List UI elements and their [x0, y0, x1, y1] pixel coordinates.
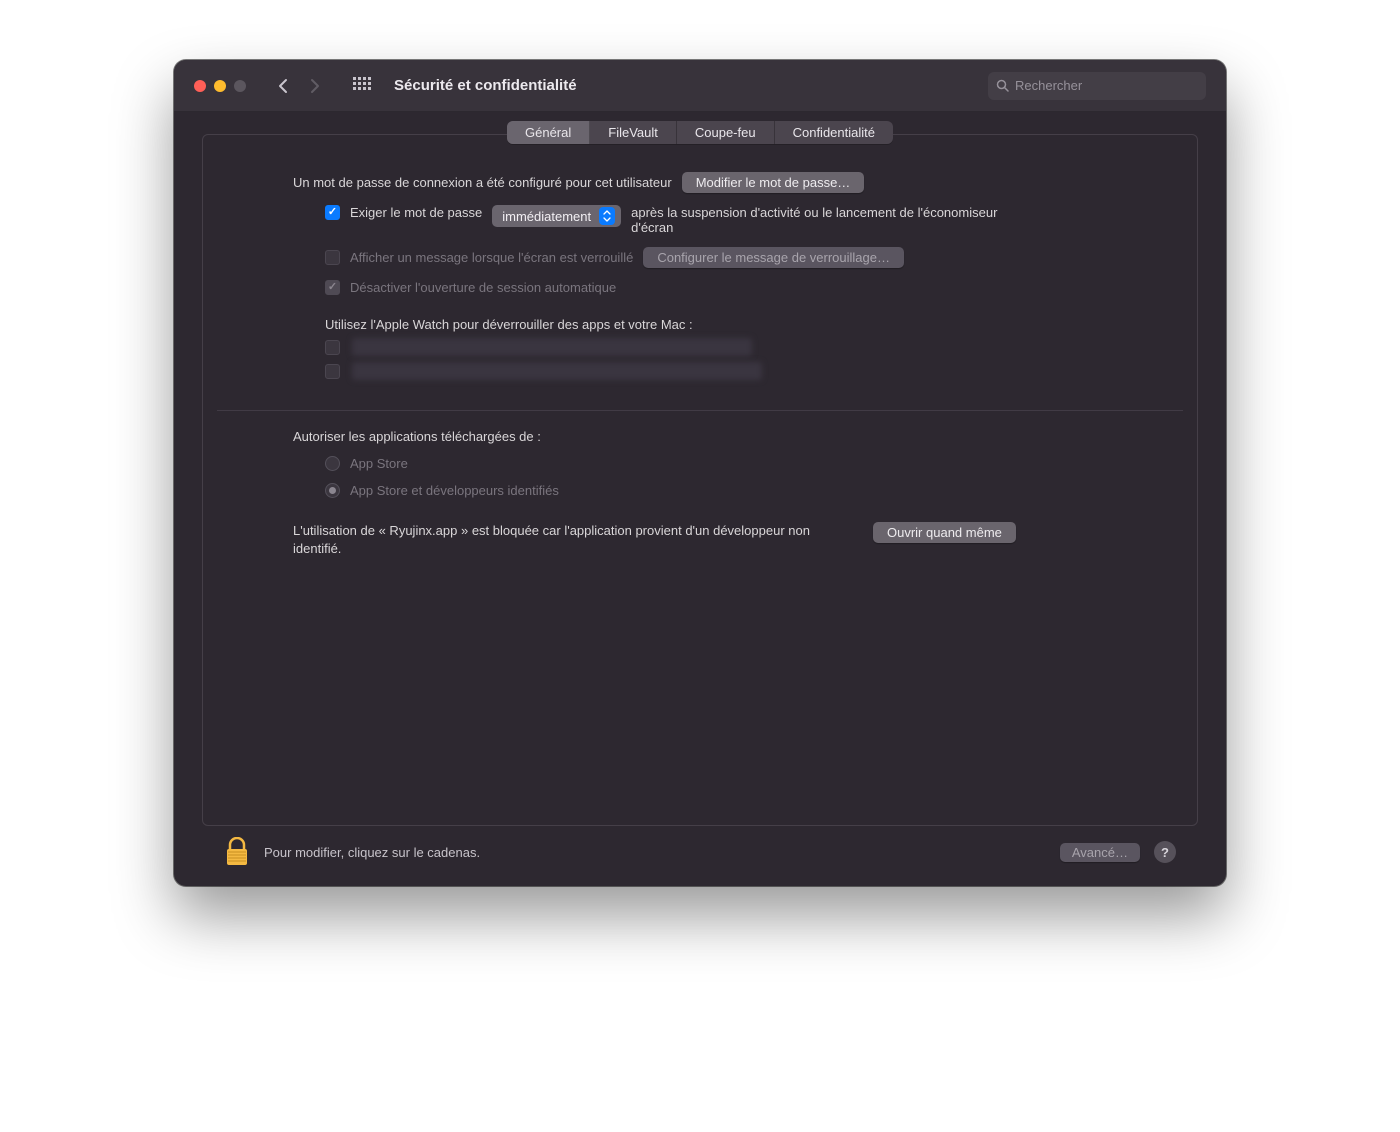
preferences-window: Sécurité et confidentialité Général File…: [174, 60, 1226, 886]
require-password-delay-value: immédiatement: [502, 209, 591, 224]
password-set-label: Un mot de passe de connexion a été confi…: [293, 175, 672, 190]
search-field[interactable]: [988, 72, 1206, 100]
blocked-app-text: L'utilisation de « Ryujinx.app » est blo…: [293, 522, 853, 557]
show-all-prefs-button[interactable]: [348, 72, 376, 100]
search-icon: [996, 79, 1009, 92]
open-anyway-button[interactable]: Ouvrir quand même: [873, 522, 1016, 543]
show-lock-message-checkbox: [325, 250, 340, 265]
apple-watch-item-2: [325, 362, 1127, 380]
titlebar: Sécurité et confidentialité: [174, 60, 1226, 112]
footer: Pour modifier, cliquez sur le cadenas. A…: [202, 826, 1198, 878]
content-area: Général FileVault Coupe-feu Confidential…: [174, 112, 1226, 886]
lock-hint-text: Pour modifier, cliquez sur le cadenas.: [264, 845, 1046, 860]
advanced-button[interactable]: Avancé…: [1060, 843, 1140, 862]
main-panel: Général FileVault Coupe-feu Confidential…: [202, 134, 1198, 826]
allow-identified-radio: [325, 483, 340, 498]
general-section: Un mot de passe de connexion a été confi…: [203, 144, 1197, 382]
require-password-delay-select[interactable]: immédiatement: [492, 205, 621, 227]
tab-bar: Général FileVault Coupe-feu Confidential…: [507, 121, 893, 144]
apple-watch-checkbox-2: [325, 364, 340, 379]
apple-watch-heading: Utilisez l'Apple Watch pour déverrouille…: [325, 317, 693, 332]
allow-appstore-row: App Store: [325, 456, 1127, 471]
forward-button[interactable]: [300, 72, 328, 100]
tab-privacy[interactable]: Confidentialité: [775, 121, 893, 144]
apple-watch-name-2-redacted: [352, 362, 762, 380]
close-window-button[interactable]: [194, 80, 206, 92]
window-title: Sécurité et confidentialité: [394, 77, 980, 94]
disable-auto-login-checkbox: [325, 280, 340, 295]
tab-firewall[interactable]: Coupe-feu: [677, 121, 775, 144]
configure-lock-message-button: Configurer le message de verrouillage…: [643, 247, 904, 268]
disable-auto-login-label: Désactiver l'ouverture de session automa…: [350, 280, 616, 295]
allow-appstore-radio: [325, 456, 340, 471]
show-lock-message-row: Afficher un message lorsque l'écran est …: [325, 247, 1127, 268]
allow-apps-section: Autoriser les applications téléchargées …: [203, 411, 1197, 510]
allow-identified-label: App Store et développeurs identifiés: [350, 483, 559, 498]
back-button[interactable]: [270, 72, 298, 100]
show-lock-message-label: Afficher un message lorsque l'écran est …: [350, 250, 633, 265]
tab-filevault[interactable]: FileVault: [590, 121, 677, 144]
blocked-app-row: L'utilisation de « Ryujinx.app » est blo…: [203, 510, 1197, 557]
traffic-lights: [194, 80, 246, 92]
allow-appstore-label: App Store: [350, 456, 408, 471]
lock-icon[interactable]: [224, 837, 250, 867]
require-password-suffix: après la suspension d'activité ou le lan…: [631, 205, 1001, 235]
apple-watch-checkbox-1: [325, 340, 340, 355]
chevron-updown-icon: [599, 207, 615, 225]
disable-auto-login-row: Désactiver l'ouverture de session automa…: [325, 280, 1127, 295]
minimize-window-button[interactable]: [214, 80, 226, 92]
require-password-checkbox[interactable]: [325, 205, 340, 220]
help-button[interactable]: ?: [1154, 841, 1176, 863]
apple-watch-item-1: [325, 338, 1127, 356]
zoom-window-button[interactable]: [234, 80, 246, 92]
password-set-row: Un mot de passe de connexion a été confi…: [293, 172, 1127, 193]
tab-general[interactable]: Général: [507, 121, 590, 144]
require-password-row: Exiger le mot de passe immédiatement apr…: [325, 205, 1127, 235]
apple-watch-name-1-redacted: [352, 338, 752, 356]
allow-apps-heading: Autoriser les applications téléchargées …: [293, 429, 1127, 444]
nav-arrows: [270, 72, 328, 100]
search-input[interactable]: [1015, 78, 1198, 93]
allow-identified-row: App Store et développeurs identifiés: [325, 483, 1127, 498]
require-password-prefix: Exiger le mot de passe: [350, 205, 482, 220]
change-password-button[interactable]: Modifier le mot de passe…: [682, 172, 865, 193]
